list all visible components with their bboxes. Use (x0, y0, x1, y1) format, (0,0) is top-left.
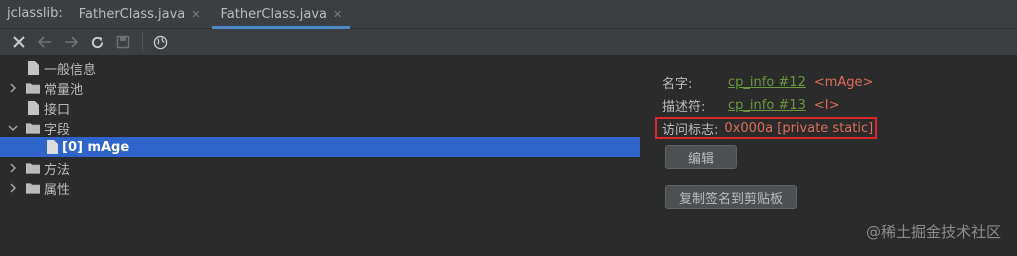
tree-item-interfaces[interactable]: 接口 (0, 98, 640, 118)
chevron-right-icon[interactable] (7, 158, 19, 178)
tree-item-label: 常量池 (44, 82, 84, 98)
tab-fatherclass-2[interactable]: FatherClass.java ✕ (210, 0, 352, 29)
refresh-icon[interactable] (86, 31, 108, 53)
back-arrow-icon[interactable] (34, 31, 56, 53)
copy-signature-button[interactable]: 复制签名到剪贴板 (665, 185, 797, 209)
tree-item-label: 接口 (44, 102, 71, 118)
structure-tree: 一般信息 常量池 接口 字段 [0] mAge 方法 属性 (0, 56, 640, 256)
chevron-right-icon[interactable] (7, 78, 19, 98)
tree-item-constant-pool[interactable]: 常量池 (0, 78, 640, 98)
folder-icon (26, 181, 40, 195)
name-label: 名字: (662, 76, 693, 92)
tab-label: FatherClass.java (78, 6, 186, 22)
tree-item-label: [0] mAge (62, 139, 130, 155)
tree-item-label: 一般信息 (44, 62, 97, 78)
tab-fatherclass-1[interactable]: FatherClass.java ✕ (69, 0, 211, 28)
chevron-right-icon[interactable] (7, 178, 19, 198)
tree-item-fields[interactable]: 字段 (0, 118, 640, 138)
descriptor-row: 描述符: cp_info #13 <I> (662, 95, 839, 115)
file-icon (45, 140, 59, 154)
access-flags-row: 访问标志: 0x000a [private static] (662, 118, 873, 138)
name-row: 名字: cp_info #12 <mAge> (662, 72, 873, 92)
tree-item-methods[interactable]: 方法 (0, 158, 640, 178)
name-value: <mAge> (813, 74, 874, 90)
folder-icon (26, 121, 40, 135)
descriptor-label: 描述符: (662, 99, 706, 115)
tree-item-label: 属性 (44, 182, 71, 198)
folder-icon (26, 81, 40, 95)
close-tab-icon[interactable]: ✕ (191, 8, 200, 21)
close-icon[interactable] (8, 31, 30, 53)
file-icon (26, 61, 40, 75)
toolbar-separator (142, 33, 143, 51)
access-flags-label: 访问标志: (662, 122, 719, 138)
descriptor-cp-link[interactable]: cp_info #13 (728, 98, 806, 113)
tool-window-label: jclasslib: (7, 6, 63, 21)
chevron-down-icon[interactable] (7, 118, 19, 138)
tree-item-attributes[interactable]: 属性 (0, 178, 640, 198)
tree-item-label: 方法 (44, 162, 71, 178)
tab-bar: jclasslib: FatherClass.java ✕ FatherClas… (0, 0, 1017, 29)
web-icon[interactable] (149, 31, 171, 53)
access-flags-value: 0x000a [private static] (724, 120, 874, 136)
main-area: 一般信息 常量池 接口 字段 [0] mAge 方法 属性 名字: cp_inf… (0, 56, 1017, 256)
folder-icon (26, 161, 40, 175)
watermark: @稀土掘金技术社区 (865, 223, 1001, 241)
file-icon (26, 101, 40, 115)
tree-item-label: 字段 (44, 122, 71, 138)
tree-item-general-info[interactable]: 一般信息 (0, 58, 640, 78)
close-tab-icon[interactable]: ✕ (333, 8, 342, 21)
save-icon[interactable] (112, 31, 134, 53)
descriptor-value: <I> (813, 97, 840, 113)
tab-label: FatherClass.java (220, 6, 327, 22)
name-cp-link[interactable]: cp_info #12 (728, 75, 806, 90)
toolbar (0, 29, 1017, 56)
edit-button[interactable]: 编辑 (665, 145, 737, 169)
tree-item-field-mage[interactable]: [0] mAge (0, 137, 640, 157)
forward-arrow-icon[interactable] (60, 31, 82, 53)
